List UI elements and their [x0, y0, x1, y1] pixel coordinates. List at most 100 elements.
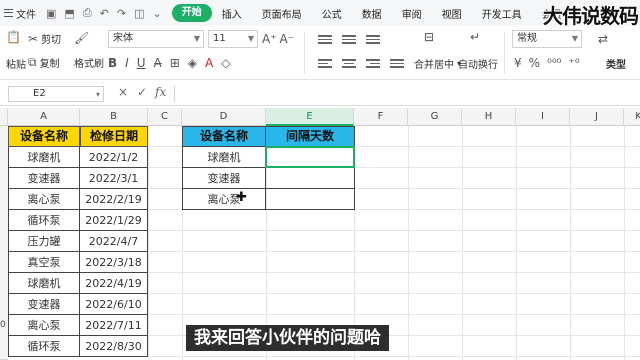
align-left-icon[interactable] [318, 57, 332, 69]
column-header-b[interactable]: B [80, 108, 148, 126]
align-top-icon[interactable] [318, 33, 332, 45]
left-table-cell-date[interactable]: 2022/6/10 [80, 294, 148, 315]
merge-center-icon-button[interactable]: ⊟ [424, 30, 434, 44]
font-color-icon[interactable]: A [205, 56, 213, 70]
left-table-cell-date[interactable]: 2022/8/30 [80, 336, 148, 357]
left-table-cell-name[interactable]: 球磨机 [8, 273, 80, 294]
cut-button[interactable]: ✂ 剪切 [28, 31, 61, 47]
tab-view[interactable]: 视图 [432, 6, 472, 21]
tab-insert[interactable]: 插入 [212, 6, 252, 21]
align-middle-icon[interactable] [342, 33, 356, 45]
tab-home[interactable]: 开始 [171, 4, 212, 22]
justify-icon[interactable] [390, 57, 404, 69]
column-header-c[interactable]: C [148, 108, 182, 126]
border-icon[interactable]: ⊞ [170, 56, 180, 70]
decimal-increase-icon[interactable]: ⁺⁰ [568, 56, 579, 70]
align-right-icon[interactable] [366, 57, 380, 69]
left-table-cell-name[interactable]: 离心泵 [8, 189, 80, 210]
left-table-cell-date[interactable]: 2022/4/7 [80, 231, 148, 252]
left-table-cell-date[interactable]: 2022/4/19 [80, 273, 148, 294]
right-table-header-interval[interactable]: 间隔天数 [265, 126, 355, 147]
copy-button[interactable]: ⧉ 复制 [28, 55, 60, 70]
active-cell-e2[interactable] [265, 146, 355, 168]
paste-label-button[interactable]: 粘贴 [6, 56, 26, 71]
function-icon[interactable]: fx [155, 85, 166, 99]
name-box[interactable]: E2 ▾ [8, 86, 104, 102]
underline-icon[interactable]: U [137, 56, 146, 70]
tab-data[interactable]: 数据 [352, 6, 392, 21]
font-size-select[interactable]: 11 ▼ [208, 30, 258, 48]
cancel-icon[interactable]: × [118, 85, 128, 99]
eraser-icon[interactable]: ◇ [221, 56, 230, 70]
align-bottom-icon[interactable] [366, 33, 380, 45]
file-menu[interactable]: 文件 [4, 6, 36, 21]
increase-font-icon[interactable]: A⁺ [262, 32, 277, 46]
left-table-header-name[interactable]: 设备名称 [8, 126, 80, 147]
format-painter-button[interactable]: 格式刷 [74, 55, 104, 70]
left-table-cell-date[interactable]: 2022/3/1 [80, 168, 148, 189]
left-table-cell-name[interactable]: 变速器 [8, 294, 80, 315]
tab-review[interactable]: 审阅 [392, 6, 432, 21]
column-header-f[interactable]: F [354, 108, 408, 126]
tab-developer[interactable]: 开发工具 [472, 6, 532, 21]
screenshot-icon[interactable]: ◫ [134, 7, 144, 20]
type-convert-button[interactable]: 类型 [606, 56, 626, 71]
merge-center-button[interactable]: 合并居中 ▾ [414, 56, 461, 71]
right-table-cell-interval[interactable] [266, 168, 355, 189]
column-header-a[interactable]: A [8, 108, 80, 126]
left-table-cell-name[interactable]: 压力罐 [8, 231, 80, 252]
italic-icon[interactable]: I [125, 56, 129, 70]
column-header-g[interactable]: G [408, 108, 462, 126]
column-header-d[interactable]: D [182, 108, 266, 126]
column-header-k[interactable]: K [624, 108, 640, 126]
align-center-icon[interactable] [342, 57, 356, 69]
left-table-cell-name[interactable]: 球磨机 [8, 147, 80, 168]
format-painter-icon-button[interactable]: 🖌 [74, 31, 89, 45]
type-convert-icon-button[interactable]: ⇄ [598, 32, 608, 46]
redo-icon[interactable]: ↷ [117, 7, 126, 20]
wrap-text-icon-button[interactable]: ↵ [470, 30, 480, 44]
grid-line-horizontal [148, 230, 640, 231]
left-table-cell-name[interactable]: 循环泵 [8, 336, 80, 357]
left-table-cell-date[interactable]: 2022/7/11 [80, 315, 148, 336]
paste-button[interactable]: 📋 [6, 30, 21, 44]
left-table-cell-date[interactable]: 2022/3/18 [80, 252, 148, 273]
wrap-text-button[interactable]: 自动换行 [458, 56, 498, 71]
undo-icon[interactable]: ↶ [100, 7, 109, 20]
percent-icon[interactable]: % [529, 56, 540, 70]
fill-color-icon[interactable]: ◈ [188, 56, 197, 70]
print-icon[interactable]: ⎙ [83, 6, 92, 20]
right-table-cell-name[interactable]: 离心泵 [182, 189, 266, 210]
left-table-cell-date[interactable]: 2022/2/19 [80, 189, 148, 210]
column-header-e[interactable]: E [266, 108, 354, 126]
column-header-h[interactable]: H [462, 108, 516, 126]
left-table-cell-name[interactable]: 离心泵 [8, 315, 80, 336]
select-all-corner[interactable] [0, 108, 8, 126]
strikethrough-icon[interactable]: A̶ [154, 56, 162, 70]
tab-page-layout[interactable]: 页面布局 [252, 6, 312, 21]
chevron-down-icon[interactable]: ⌄ [152, 7, 161, 20]
font-name-select[interactable]: 宋体 ▼ [108, 30, 204, 48]
currency-icon[interactable]: ¥ [514, 56, 522, 70]
number-format-select[interactable]: 常规 ▼ [512, 30, 582, 48]
left-table-cell-name[interactable]: 真空泵 [8, 252, 80, 273]
left-table-cell-date[interactable]: 2022/1/2 [80, 147, 148, 168]
tab-formulas[interactable]: 公式 [312, 6, 352, 21]
export-icon[interactable]: ⬒ [64, 7, 74, 20]
right-table-cell-name[interactable]: 变速器 [182, 168, 266, 189]
thousands-icon[interactable]: ⁰⁰⁰ [547, 56, 561, 70]
right-table-cell-name[interactable]: 球磨机 [182, 147, 266, 168]
column-header-i[interactable]: I [516, 108, 570, 126]
left-table-cell-name[interactable]: 循环泵 [8, 210, 80, 231]
left-table-cell-name[interactable]: 变速器 [8, 168, 80, 189]
bold-icon[interactable]: B [108, 56, 117, 70]
formula-input[interactable] [174, 86, 634, 102]
save-icon[interactable]: ▣ [46, 7, 56, 20]
right-table-header-name[interactable]: 设备名称 [182, 126, 266, 147]
decrease-font-icon[interactable]: A⁻ [280, 32, 295, 46]
left-table-cell-date[interactable]: 2022/1/29 [80, 210, 148, 231]
column-header-j[interactable]: J [570, 108, 624, 126]
confirm-icon[interactable]: ✓ [137, 85, 147, 99]
left-table-header-date[interactable]: 检修日期 [80, 126, 148, 147]
right-table-cell-interval[interactable] [266, 189, 355, 210]
